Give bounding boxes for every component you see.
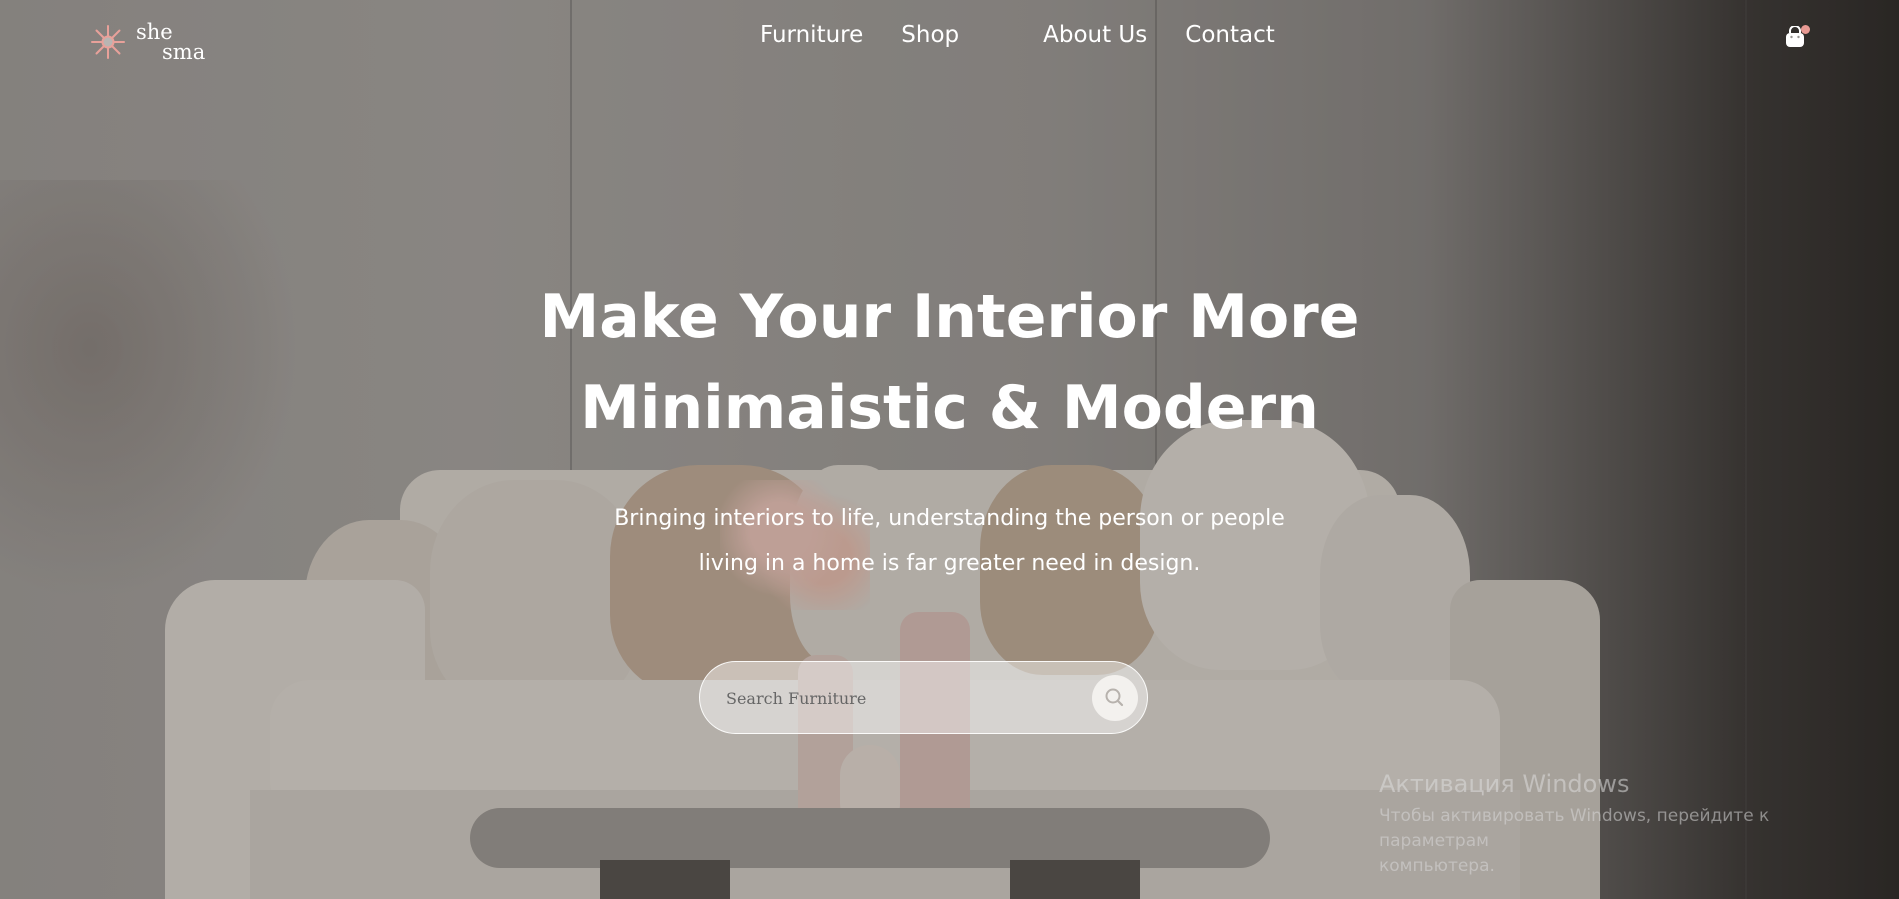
hero-subtitle-line1: Bringing interiors to life, understandin… xyxy=(614,506,1285,531)
hero-subtitle: Bringing interiors to life, understandin… xyxy=(0,496,1899,586)
windows-activation-title: Активация Windows xyxy=(1379,770,1630,798)
windows-activation-text: Чтобы активировать Windows, перейдите к … xyxy=(1379,804,1859,879)
brand-name: she sma xyxy=(136,22,206,64)
top-navbar: she sma Furniture Shop About Us Contact xyxy=(0,0,1899,78)
hero-title-line2: Minimaistic & Modern xyxy=(580,373,1319,443)
main-menu: Furniture Shop About Us Contact xyxy=(760,22,1313,48)
windows-activation-line2: компьютера. xyxy=(1379,856,1495,876)
sun-logo-icon xyxy=(90,24,126,60)
hero-title: Make Your Interior More Minimaistic & Mo… xyxy=(0,272,1899,454)
cart-badge xyxy=(1801,25,1810,34)
hero-title-line1: Make Your Interior More xyxy=(539,282,1360,352)
windows-activation-line1: Чтобы активировать Windows, перейдите к … xyxy=(1379,806,1770,851)
search-button[interactable] xyxy=(1092,675,1138,721)
nav-link-shop[interactable]: Shop xyxy=(901,22,959,48)
hero-section: she sma Furniture Shop About Us Contact … xyxy=(0,0,1899,899)
search-bar xyxy=(699,661,1148,734)
search-input[interactable] xyxy=(724,682,1058,714)
search-icon xyxy=(1105,688,1124,707)
hero-subtitle-line2: living in a home is far greater need in … xyxy=(698,551,1201,576)
nav-link-contact[interactable]: Contact xyxy=(1185,22,1274,48)
nav-link-furniture[interactable]: Furniture xyxy=(760,22,863,48)
brand-name-line2: sma xyxy=(162,40,206,64)
nav-link-about-us[interactable]: About Us xyxy=(1043,22,1147,48)
brand-logo[interactable]: she sma xyxy=(90,22,206,64)
